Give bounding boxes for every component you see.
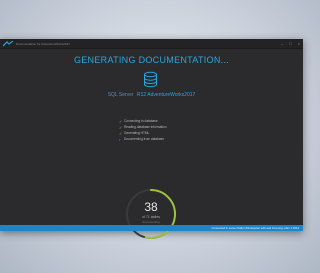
close-icon[interactable]: × [298, 41, 300, 47]
step-label: Generating HTML [124, 131, 150, 135]
step-label: Reading database information [124, 125, 167, 129]
app-window: Documentation for AdventureWorks2017 – □… [0, 39, 303, 239]
database-type-label: SQL Server [107, 92, 134, 98]
steps-list: ✓ Connecting to database ✓ Reading datab… [119, 118, 167, 142]
step-label: Connecting to database [124, 119, 158, 123]
step-item: • Documenting from database [119, 136, 167, 142]
status-text: Connected to server Rally Ultimateplan w… [211, 226, 299, 230]
window-title: Documentation for AdventureWorks2017 [16, 41, 70, 46]
database-name: R12 AdventureWorks2017 [137, 92, 196, 98]
progress-subtext: documenting [142, 220, 160, 224]
page-heading: GENERATING DOCUMENTATION... [73, 55, 230, 65]
progress-count: 38 [144, 200, 158, 214]
progress-total: of 71 tables [141, 215, 161, 219]
database-line: SQL Server R12 AdventureWorks2017 [0, 92, 303, 98]
progress-ring: 38 of 71 tables documenting [121, 184, 181, 244]
status-bar: Connected to server Rally Ultimateplan w… [0, 225, 303, 231]
maximize-icon[interactable]: □ [289, 41, 291, 47]
title-bar: Documentation for AdventureWorks2017 – □… [0, 39, 303, 49]
database-icon [142, 71, 159, 88]
app-logo-icon [3, 40, 13, 47]
minimize-icon[interactable]: – [281, 41, 283, 47]
window-controls: – □ × [281, 41, 300, 47]
step-label: Documenting from database [124, 137, 165, 141]
